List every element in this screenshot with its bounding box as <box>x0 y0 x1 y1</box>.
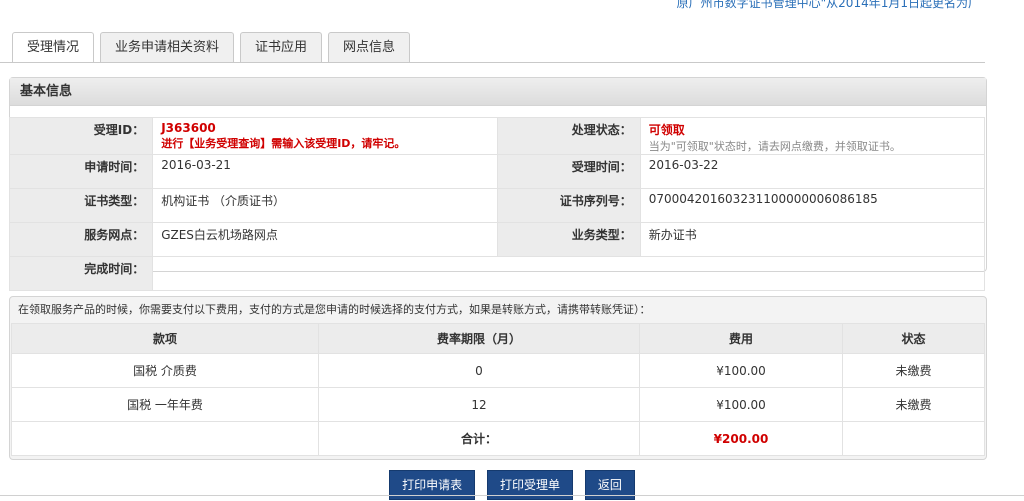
service-point-value: GZES白云机场路网点 <box>152 222 498 257</box>
fee-table: 款项 费率期限（月） 费用 状态 国税 介质费 0 ¥100.00 未缴费 国税… <box>11 323 985 456</box>
finish-time-value <box>152 256 985 291</box>
tab-cert-application[interactable]: 证书应用 <box>240 32 323 62</box>
service-point-label: 服务网点： <box>8 222 154 257</box>
finish-time-label: 完成时间： <box>8 256 154 291</box>
status-note: 当为"可领取"状态时，请去网点缴费，并领取证书。 <box>648 140 901 153</box>
total-label: 合计： <box>318 421 640 456</box>
fee-cost: ¥100.00 <box>639 353 843 388</box>
tab-branch-info[interactable]: 网点信息 <box>328 32 411 62</box>
section-title: 基本信息 <box>10 78 986 106</box>
basic-info-table: 受理ID： J363600 进行【业务受理查询】需输入该受理ID，请牢记。 处理… <box>8 117 986 291</box>
bottom-divider <box>0 495 1024 496</box>
accept-id-label: 受理ID： <box>8 117 154 155</box>
cert-serial-label: 证书序列号： <box>496 188 641 223</box>
biz-type-label: 业务类型： <box>496 222 641 257</box>
fee-header-status: 状态 <box>842 323 985 354</box>
total-row: 合计： ¥200.00 <box>11 421 985 456</box>
fee-header-item: 款项 <box>11 323 319 354</box>
apply-time-label: 申请时间： <box>8 154 154 189</box>
fee-header-cost: 费用 <box>639 323 843 354</box>
rename-notice: 原广州市数字证书管理中心"从2014年1月1日起更名为广 <box>676 0 980 10</box>
tab-application-materials[interactable]: 业务申请相关资料 <box>100 32 235 62</box>
biz-type-value: 新办证书 <box>639 222 986 257</box>
fee-panel: 在领取服务产品的时候，你需要支付以下费用，支付的方式是您申请的时候选择的支付方式… <box>9 296 987 460</box>
fee-months: 12 <box>318 387 640 422</box>
fee-header-months: 费率期限（月） <box>318 323 640 354</box>
cert-serial-value: 070004201603231100000006086185 <box>639 188 986 223</box>
fee-cost: ¥100.00 <box>639 387 843 422</box>
status-value: 可领取 <box>648 123 685 137</box>
table-row: 国税 介质费 0 ¥100.00 未缴费 <box>11 353 985 388</box>
tab-divider <box>0 62 985 63</box>
accept-id-value: J363600 <box>161 121 216 135</box>
tab-accept-status[interactable]: 受理情况 <box>12 32 95 63</box>
total-value: ¥200.00 <box>639 421 843 456</box>
fee-status: 未缴费 <box>842 387 985 422</box>
accept-id-note: 进行【业务受理查询】需输入该受理ID，请牢记。 <box>161 137 406 150</box>
table-row: 国税 一年年费 12 ¥100.00 未缴费 <box>11 387 985 422</box>
fee-item: 国税 介质费 <box>11 353 319 388</box>
fee-months: 0 <box>318 353 640 388</box>
fee-status: 未缴费 <box>842 353 985 388</box>
cert-type-label: 证书类型： <box>8 188 154 223</box>
accept-time-value: 2016-03-22 <box>639 154 986 189</box>
fee-item: 国税 一年年费 <box>11 387 319 422</box>
cert-type-value: 机构证书 （介质证书） <box>152 188 498 223</box>
fee-note: 在领取服务产品的时候，你需要支付以下费用，支付的方式是您申请的时候选择的支付方式… <box>18 303 651 316</box>
status-label: 处理状态： <box>496 117 641 155</box>
tab-bar: 受理情况 业务申请相关资料 证书应用 网点信息 <box>12 32 416 63</box>
accept-time-label: 受理时间： <box>496 154 641 189</box>
apply-time-value: 2016-03-21 <box>152 154 498 189</box>
